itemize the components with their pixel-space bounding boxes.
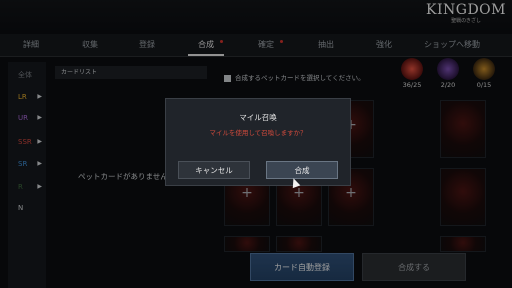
dialog-message: マイルを使用して召喚しますか？ [209,129,307,137]
confirm-button[interactable]: 合成 [266,161,338,179]
cancel-button[interactable]: キャンセル [178,161,250,179]
summon-dialog: マイル召喚 マイルを使用して召喚しますか？ キャンセル 合成 [165,98,351,186]
dialog-title: マイル召喚 [239,113,277,122]
